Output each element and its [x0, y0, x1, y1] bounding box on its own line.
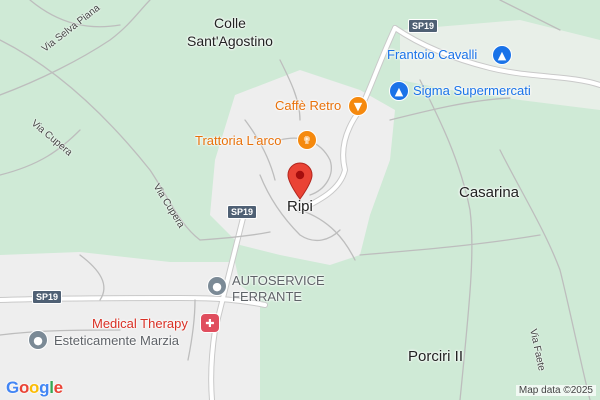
place-label-porciri: Porciri II — [408, 348, 464, 365]
place-label-colle-line2: Sant'Agostino — [187, 33, 273, 49]
road-shield-sp19-top: SP19 — [408, 19, 439, 33]
place-label-ripi: Ripi — [287, 198, 313, 215]
map-canvas[interactable]: Colle Sant'Agostino Ripi Casarina Porcir… — [0, 0, 600, 400]
poi-label-autoservice-line2: FERRANTE — [232, 289, 303, 304]
road-shield-sp19-left: SP19 — [32, 290, 63, 304]
location-pin-icon[interactable] — [287, 162, 313, 200]
medical-cross-icon[interactable]: ✚ — [200, 313, 220, 333]
poi-label-medical-therapy[interactable]: Medical Therapy — [92, 316, 188, 331]
cocktail-icon[interactable]: ▼ — [348, 96, 368, 116]
google-logo: Google — [6, 378, 63, 397]
map-data-attribution[interactable]: Map data ©2025 — [515, 385, 596, 396]
dot-icon[interactable]: ● — [207, 276, 227, 296]
poi-label-sigma[interactable]: Sigma Supermercati — [413, 83, 531, 98]
poi-label-autoservice[interactable]: AUTOSERVICE FERRANTE — [232, 273, 325, 305]
poi-label-caffe-retro[interactable]: Caffè Retro — [275, 98, 341, 113]
road-shield-sp19-mid: SP19 — [227, 205, 258, 219]
poi-label-trattoria[interactable]: Trattoria L'arco — [195, 133, 282, 148]
place-label-casarina: Casarina — [459, 184, 520, 201]
poi-label-autoservice-line1: AUTOSERVICE — [232, 273, 325, 288]
place-label-colle-line1: Colle — [214, 15, 246, 31]
dot-icon[interactable]: ● — [28, 330, 48, 350]
poi-label-esteticamente-marzia[interactable]: Esteticamente Marzia — [54, 333, 179, 349]
place-label-colle-sant-agostino: Colle Sant'Agostino — [172, 14, 288, 50]
shopping-cart-icon[interactable]: ▲ — [389, 81, 409, 101]
shopping-bag-icon[interactable]: ▲ — [492, 45, 512, 65]
poi-label-frantoio[interactable]: Frantoio Cavalli — [387, 47, 477, 62]
fork-knife-icon[interactable]: ✟ — [297, 130, 317, 150]
